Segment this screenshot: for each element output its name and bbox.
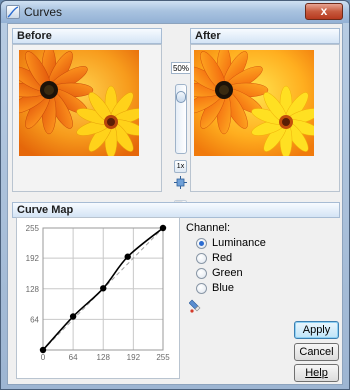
curve-control-point[interactable]: [69, 313, 77, 320]
channel-option-label: Luminance: [212, 237, 266, 249]
reset-curve-button[interactable]: [188, 299, 201, 316]
before-preview-image: [19, 50, 139, 156]
channel-option-red[interactable]: Red: [196, 251, 232, 265]
y-tick-label: 64: [30, 315, 39, 324]
x-tick-label: 128: [97, 353, 111, 362]
close-icon: x: [320, 4, 328, 18]
y-tick-labels: 255 192 128 64: [26, 224, 40, 324]
dialog-body: Before 50% 1x After Curve Map 255 192 12…: [7, 23, 343, 385]
before-panel-title: Before: [17, 30, 52, 42]
help-button-label: Help: [305, 367, 328, 379]
x-tick-label: 255: [156, 353, 170, 362]
help-button[interactable]: Help: [294, 364, 339, 382]
zoom-level-label: 50%: [171, 62, 191, 74]
x-tick-label: 64: [69, 353, 78, 362]
before-panel-header: Before: [12, 28, 162, 44]
after-panel-title: After: [195, 30, 221, 42]
radio-green[interactable]: [196, 267, 207, 279]
y-tick-label: 192: [26, 254, 40, 263]
actual-size-button[interactable]: 1x: [174, 160, 187, 173]
curves-app-icon: [6, 5, 20, 19]
curve-map-editor[interactable]: 255 192 128 64 0 64 128 192 255: [16, 217, 180, 379]
eraser-brush-icon: [188, 299, 201, 313]
channel-option-luminance[interactable]: Luminance: [196, 236, 266, 250]
radio-red[interactable]: [196, 252, 207, 264]
y-tick-label: 255: [26, 224, 40, 233]
fit-window-icon: [174, 176, 187, 189]
title-bar[interactable]: Curves x: [1, 1, 349, 23]
radio-luminance[interactable]: [196, 237, 207, 249]
channel-option-green[interactable]: Green: [196, 266, 243, 280]
after-panel-header: After: [190, 28, 340, 44]
window-title: Curves: [24, 5, 63, 19]
zoom-slider[interactable]: [175, 84, 187, 154]
close-button[interactable]: x: [305, 3, 343, 20]
x-tick-label: 0: [41, 353, 46, 362]
curve-graph[interactable]: 255 192 128 64 0 64 128 192 255: [17, 218, 179, 378]
channel-label: Channel:: [186, 222, 231, 234]
before-panel: [12, 44, 162, 192]
apply-button[interactable]: Apply: [294, 321, 339, 339]
channel-option-label: Blue: [212, 282, 235, 294]
x-tick-labels: 0 64 128 192 255: [41, 353, 170, 362]
channel-option-blue[interactable]: Blue: [196, 281, 234, 295]
curve-control-point[interactable]: [100, 285, 107, 292]
curve-map-title: Curve Map: [17, 204, 74, 216]
after-preview-image: [194, 50, 314, 156]
fit-to-window-button[interactable]: [174, 176, 187, 189]
after-panel: [190, 44, 340, 192]
zoom-slider-thumb[interactable]: [176, 91, 186, 103]
curve-map-header: Curve Map: [12, 202, 340, 218]
channel-option-label: Green: [212, 267, 243, 279]
curves-dialog: Curves x Before 50% 1x After Curve Map 2…: [0, 0, 350, 390]
curve-control-point[interactable]: [159, 224, 167, 232]
curve-control-point[interactable]: [124, 253, 131, 260]
curve-control-point[interactable]: [39, 346, 47, 354]
actual-size-icon: 1x: [176, 163, 185, 170]
radio-blue[interactable]: [196, 282, 207, 294]
x-tick-label: 192: [127, 353, 141, 362]
channel-option-label: Red: [212, 252, 233, 264]
y-tick-label: 128: [26, 285, 40, 294]
cancel-button[interactable]: Cancel: [294, 343, 339, 361]
